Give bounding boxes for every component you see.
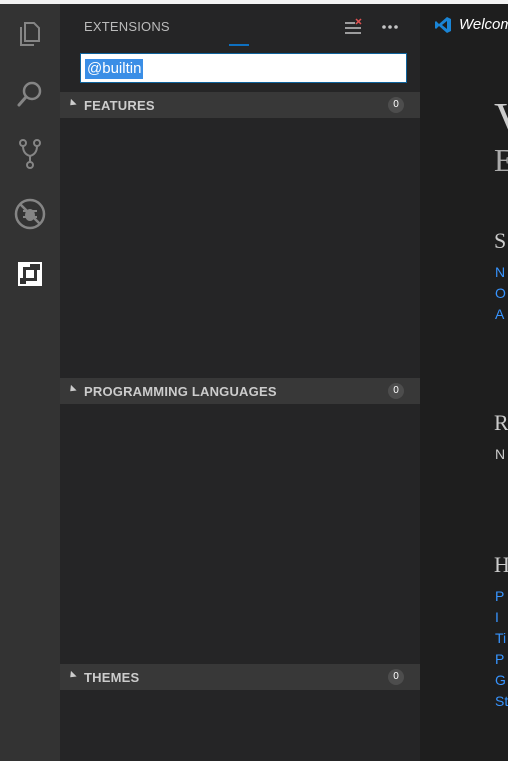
section-header-themes[interactable]: THEMES 0 xyxy=(60,664,420,690)
start-heading: S xyxy=(494,228,507,253)
extensions-icon xyxy=(18,262,42,286)
sidebar-header: EXTENSIONS xyxy=(60,4,420,48)
chevron-down-icon xyxy=(67,98,77,109)
extensions-search-input[interactable]: @builtin xyxy=(80,53,407,83)
chevron-down-icon xyxy=(67,384,77,395)
explorer-icon xyxy=(20,22,40,46)
section-header-features[interactable]: FEATURES 0 xyxy=(60,92,420,118)
section-label: PROGRAMMING LANGUAGES xyxy=(84,384,277,399)
explorer-button[interactable] xyxy=(0,4,60,64)
source-control-button[interactable] xyxy=(0,124,60,184)
extensions-button[interactable] xyxy=(0,244,60,304)
activity-bar xyxy=(0,4,60,761)
help-link[interactable]: St xyxy=(495,693,508,709)
vscode-logo-icon xyxy=(435,17,451,33)
recent-heading: R xyxy=(494,410,508,435)
help-link[interactable]: I xyxy=(495,609,499,625)
start-link[interactable]: O xyxy=(495,285,506,301)
source-control-icon xyxy=(19,139,41,169)
help-link[interactable]: G xyxy=(495,672,506,688)
clear-extensions-button[interactable] xyxy=(342,16,364,38)
tab-welcome[interactable]: Welcome xyxy=(420,4,508,44)
progress-indicator xyxy=(229,44,249,46)
section-header-programming-languages[interactable]: PROGRAMMING LANGUAGES 0 xyxy=(60,378,420,404)
debug-icon xyxy=(14,198,46,230)
ellipsis-icon xyxy=(382,25,398,29)
search-input-value: @builtin xyxy=(85,59,144,79)
help-link[interactable]: P xyxy=(495,651,504,667)
count-badge: 0 xyxy=(388,669,404,685)
section-label: THEMES xyxy=(84,670,140,685)
help-heading: H xyxy=(494,552,508,577)
sidebar-title: EXTENSIONS xyxy=(84,19,170,34)
welcome-title: V xyxy=(494,92,508,145)
section-label: FEATURES xyxy=(84,98,155,113)
extensions-sidebar: EXTENSIONS @builtin FEATURES 0 PROGRAMMI… xyxy=(60,4,420,761)
count-badge: 0 xyxy=(388,97,404,113)
start-link[interactable]: N xyxy=(495,264,505,280)
start-link[interactable]: A xyxy=(495,306,504,322)
count-badge: 0 xyxy=(388,383,404,399)
help-link[interactable]: P xyxy=(495,588,504,604)
help-link[interactable]: Ti xyxy=(495,630,506,646)
search-icon xyxy=(17,81,42,107)
more-actions-button[interactable] xyxy=(379,16,401,38)
tab-label: Welcome xyxy=(459,16,508,33)
clear-list-icon xyxy=(345,18,362,34)
editor-area: Welcome V E S N O A R N H P I Ti P G St xyxy=(420,4,508,761)
search-button[interactable] xyxy=(0,64,60,124)
welcome-subtitle: E xyxy=(494,142,508,178)
recent-text: N xyxy=(495,446,506,462)
debug-button[interactable] xyxy=(0,184,60,244)
chevron-down-icon xyxy=(67,670,77,681)
